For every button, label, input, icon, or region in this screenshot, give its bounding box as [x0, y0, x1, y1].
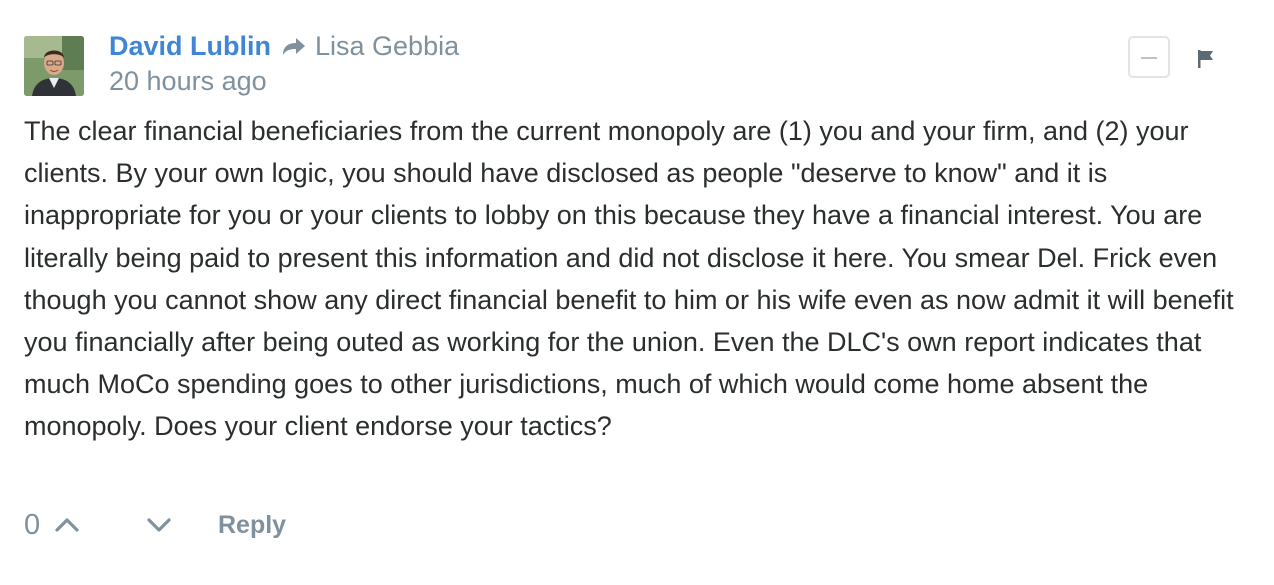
- chevron-up-icon[interactable]: [54, 515, 80, 535]
- avatar[interactable]: [24, 36, 84, 96]
- flag-icon[interactable]: [1196, 48, 1216, 70]
- comment: David Lublin Lisa Gebbia 20 hours ago Th…: [0, 0, 1274, 585]
- comment-body: The clear financial beneficiaries from t…: [24, 116, 1234, 442]
- in-reply-to-author[interactable]: Lisa Gebbia: [315, 31, 459, 62]
- vote-count: 0: [24, 508, 41, 541]
- comment-footer: 0 Reply: [24, 504, 286, 546]
- avatar-photo: [24, 36, 84, 96]
- minus-icon: [1141, 57, 1157, 59]
- collapse-button[interactable]: [1128, 36, 1170, 78]
- comment-timestamp[interactable]: 20 hours ago: [109, 66, 267, 97]
- author-name[interactable]: David Lublin: [109, 31, 271, 62]
- reply-button[interactable]: Reply: [218, 511, 286, 540]
- chevron-down-icon[interactable]: [146, 515, 172, 535]
- reply-arrow-icon: [283, 38, 305, 55]
- author-line: David Lublin Lisa Gebbia: [109, 28, 459, 64]
- comment-header: David Lublin Lisa Gebbia 20 hours ago: [109, 28, 459, 97]
